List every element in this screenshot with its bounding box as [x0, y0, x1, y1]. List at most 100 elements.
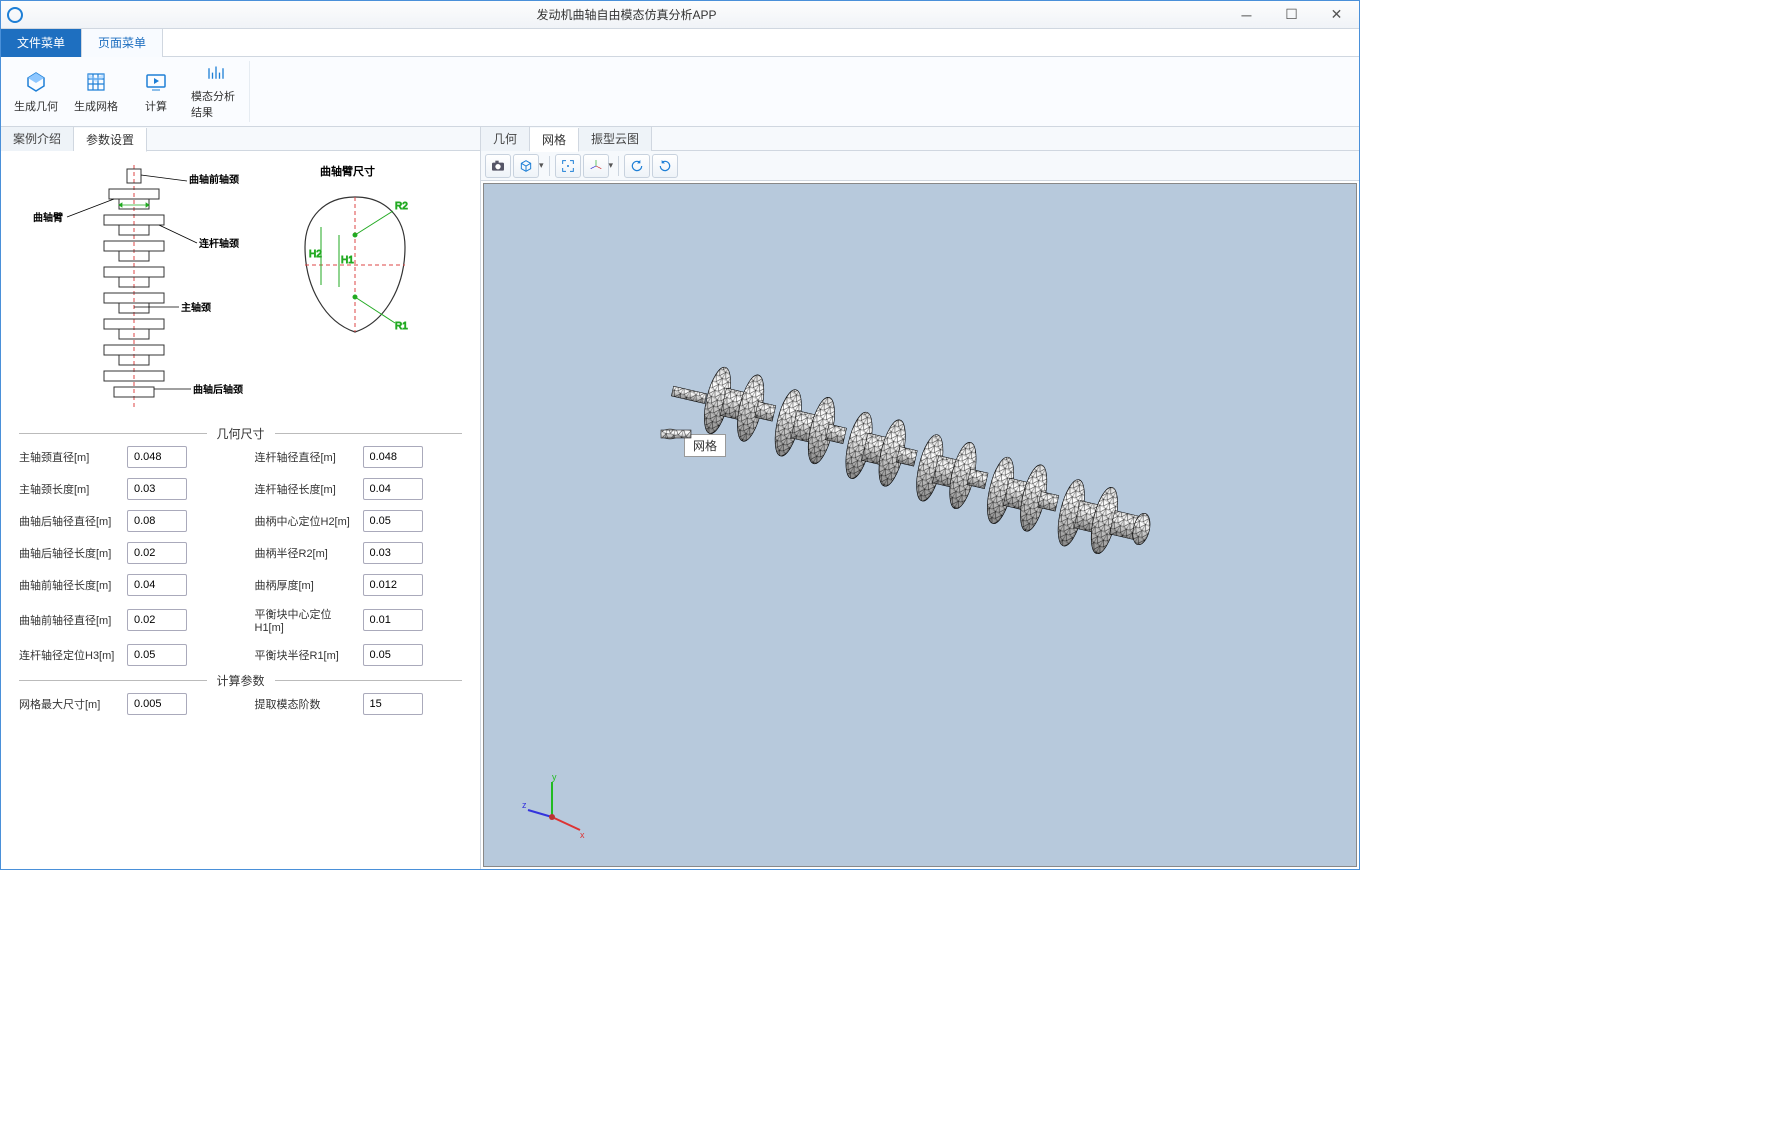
- label-balance-h1: 平衡块中心定位H1[m]: [255, 606, 355, 634]
- section-geometry-dims: 几何尺寸: [19, 425, 462, 442]
- right-tab-bar: 几何 网格 振型云图: [481, 127, 1359, 151]
- svg-text:曲轴臂: 曲轴臂: [33, 211, 63, 224]
- svg-text:R2: R2: [395, 201, 408, 212]
- app-window: 发动机曲轴自由模态仿真分析APP ─ ☐ ✕ 文件菜单 页面菜单 生成几何 生成…: [0, 0, 1360, 870]
- label-modal-order: 提取模态阶数: [255, 696, 355, 712]
- fit-view-button[interactable]: [555, 154, 581, 178]
- label-connrod-d: 连杆轴径直径[m]: [255, 449, 355, 465]
- ribbon-generate-mesh[interactable]: 生成网格: [69, 61, 123, 122]
- calc-form: 网格最大尺寸[m] 提取模态阶数: [19, 693, 462, 715]
- input-balance-h1[interactable]: [363, 609, 423, 631]
- menu-file[interactable]: 文件菜单: [1, 29, 82, 57]
- mesh-viewport[interactable]: 网格: [483, 183, 1357, 867]
- menu-page[interactable]: 页面菜单: [82, 29, 163, 57]
- crank-arm-diagram: 曲轴臂尺寸 R2 R1 H1 H2: [265, 157, 445, 357]
- tab-geometry[interactable]: 几何: [481, 127, 530, 151]
- maximize-button[interactable]: ☐: [1269, 1, 1314, 29]
- label-connrod-l: 连杆轴径长度[m]: [255, 481, 355, 497]
- label-crank-r2: 曲柄半径R2[m]: [255, 545, 355, 561]
- rotate-cw-button[interactable]: [652, 154, 678, 178]
- tab-param-settings[interactable]: 参数设置: [74, 128, 147, 152]
- ribbon-modal-result[interactable]: 模态分析结果: [189, 61, 243, 122]
- input-connrod-d[interactable]: [363, 446, 423, 468]
- label-crank-h2: 曲柄中心定位H2[m]: [255, 513, 355, 529]
- input-front-l[interactable]: [127, 574, 187, 596]
- fit-icon: [560, 158, 576, 174]
- label-rear-d: 曲轴后轴径直径[m]: [19, 513, 119, 529]
- label-front-d: 曲轴前轴径直径[m]: [19, 612, 119, 628]
- chevron-down-icon[interactable]: ▾: [609, 160, 614, 171]
- tab-mode-cloud[interactable]: 振型云图: [579, 127, 652, 151]
- input-crank-thick[interactable]: [363, 574, 423, 596]
- screenshot-button[interactable]: [485, 154, 511, 178]
- window-title: 发动机曲轴自由模态仿真分析APP: [29, 6, 1224, 23]
- input-crank-r2[interactable]: [363, 542, 423, 564]
- ribbon-compute[interactable]: 计算: [129, 61, 183, 122]
- label-main-journal-d: 主轴颈直径[m]: [19, 449, 119, 465]
- svg-text:x: x: [580, 830, 585, 840]
- tab-mesh[interactable]: 网格: [530, 128, 579, 152]
- input-crank-h2[interactable]: [363, 510, 423, 532]
- axes-button[interactable]: [583, 154, 609, 178]
- input-mesh-max[interactable]: [127, 693, 187, 715]
- svg-text:主轴颈: 主轴颈: [181, 301, 211, 314]
- axes-icon: [588, 158, 604, 174]
- crankshaft-mesh-render-2: [644, 354, 1244, 654]
- close-button[interactable]: ✕: [1314, 1, 1359, 29]
- view-cube-button[interactable]: [513, 154, 539, 178]
- input-main-journal-l[interactable]: [127, 478, 187, 500]
- cube-icon: [518, 158, 534, 174]
- view-toolbar: ▾ ▾: [481, 151, 1359, 181]
- input-connrod-l[interactable]: [363, 478, 423, 500]
- tab-case-intro[interactable]: 案例介绍: [1, 127, 74, 151]
- geometry-form: 主轴颈直径[m] 连杆轴径直径[m] 主轴颈长度[m] 连杆轴径长度[m] 曲轴…: [19, 446, 462, 666]
- modal-result-icon: [204, 63, 228, 84]
- label-balance-r1: 平衡块半径R1[m]: [255, 647, 355, 663]
- label-connrod-h3: 连杆轴径定位H3[m]: [19, 647, 119, 663]
- label-main-journal-l: 主轴颈长度[m]: [19, 481, 119, 497]
- app-logo-icon: [7, 7, 23, 23]
- chevron-down-icon[interactable]: ▾: [539, 160, 544, 171]
- rotate-cw-icon: [657, 158, 673, 174]
- section-calc-params: 计算参数: [19, 672, 462, 689]
- svg-text:y: y: [552, 772, 557, 782]
- main-body: 案例介绍 参数设置: [1, 127, 1359, 869]
- svg-text:H2: H2: [309, 249, 322, 260]
- svg-text:H1: H1: [341, 255, 354, 266]
- svg-text:连杆轴颈: 连杆轴颈: [199, 237, 239, 250]
- right-panel: 几何 网格 振型云图 ▾ ▾ 网格: [481, 127, 1359, 869]
- input-rear-l[interactable]: [127, 542, 187, 564]
- rotate-ccw-icon: [629, 158, 645, 174]
- svg-text:曲轴臂尺寸: 曲轴臂尺寸: [320, 164, 375, 178]
- ribbon-generate-geometry[interactable]: 生成几何: [9, 61, 63, 122]
- svg-text:z: z: [522, 800, 527, 810]
- menu-bar: 文件菜单 页面菜单: [1, 29, 1359, 57]
- ribbon-toolbar: 生成几何 生成网格 计算 模态分析结果: [1, 57, 1359, 127]
- label-crank-thick: 曲柄厚度[m]: [255, 577, 355, 593]
- geometry-icon: [24, 70, 48, 94]
- left-panel: 案例介绍 参数设置: [1, 127, 481, 869]
- camera-icon: [490, 158, 506, 174]
- input-rear-d[interactable]: [127, 510, 187, 532]
- input-main-journal-d[interactable]: [127, 446, 187, 468]
- input-modal-order[interactable]: [363, 693, 423, 715]
- minimize-button[interactable]: ─: [1224, 1, 1269, 29]
- label-mesh-max: 网格最大尺寸[m]: [19, 696, 119, 712]
- compute-icon: [144, 70, 168, 94]
- left-content: 曲轴前轴颈 曲轴臂 连杆轴颈 主轴颈 曲轴后轴颈 曲轴臂尺寸: [1, 151, 480, 869]
- coordinate-axes: y x z: [522, 772, 592, 842]
- label-front-l: 曲轴前轴径长度[m]: [19, 577, 119, 593]
- input-connrod-h3[interactable]: [127, 644, 187, 666]
- input-balance-r1[interactable]: [363, 644, 423, 666]
- ribbon-group: 生成几何 生成网格 计算 模态分析结果: [3, 61, 250, 122]
- mesh-icon: [84, 70, 108, 94]
- diagram-row: 曲轴前轴颈 曲轴臂 连杆轴颈 主轴颈 曲轴后轴颈 曲轴臂尺寸: [19, 157, 462, 417]
- svg-text:曲轴后轴颈: 曲轴后轴颈: [193, 383, 243, 396]
- window-controls: ─ ☐ ✕: [1224, 1, 1359, 29]
- rotate-ccw-button[interactable]: [624, 154, 650, 178]
- title-bar: 发动机曲轴自由模态仿真分析APP ─ ☐ ✕: [1, 1, 1359, 29]
- label-rear-l: 曲轴后轴径长度[m]: [19, 545, 119, 561]
- svg-text:R1: R1: [395, 321, 408, 332]
- input-front-d[interactable]: [127, 609, 187, 631]
- left-tab-bar: 案例介绍 参数设置: [1, 127, 480, 151]
